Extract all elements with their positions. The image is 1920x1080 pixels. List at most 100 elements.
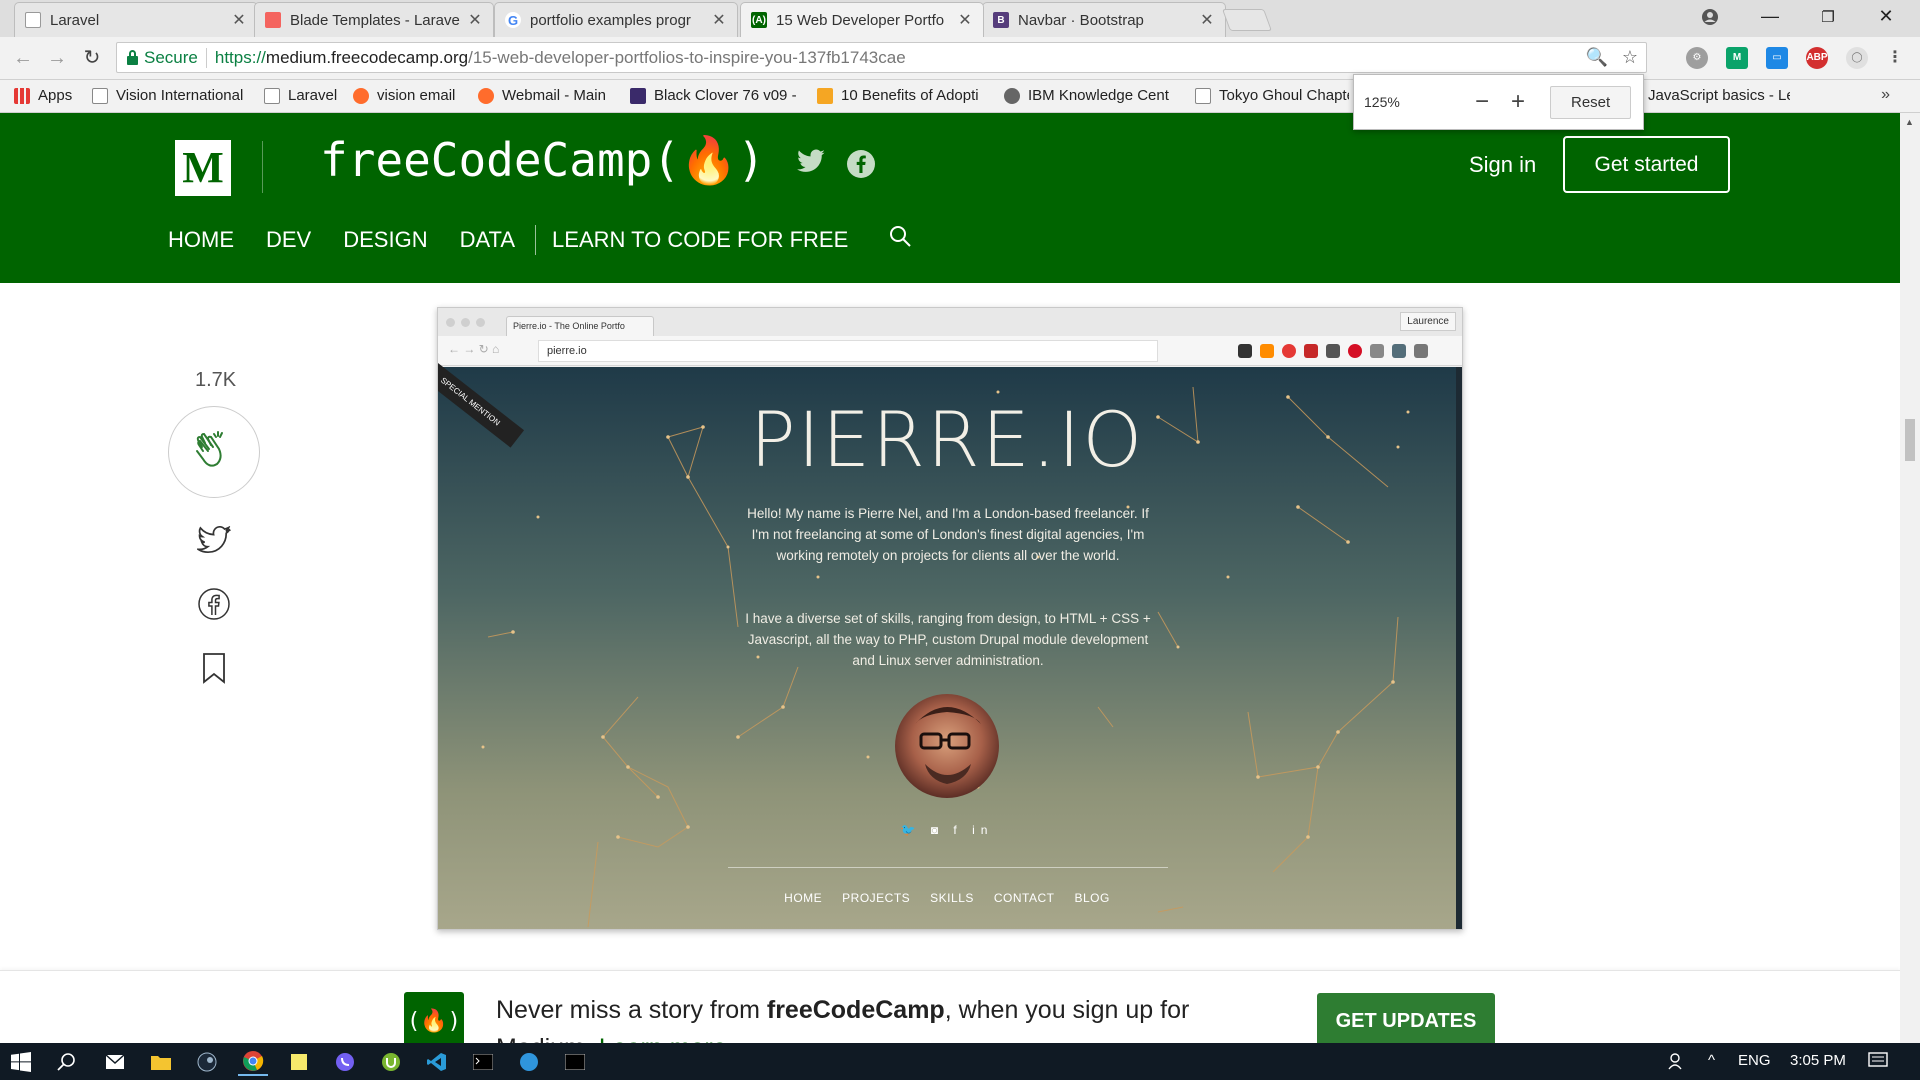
browser-tab-google[interactable]: G portfolio examples progr ✕	[494, 2, 738, 37]
sticky-notes-icon[interactable]	[284, 1048, 314, 1076]
close-icon[interactable]: ✕	[231, 10, 247, 30]
windows-taskbar: ^ ENG 3:05 PM	[0, 1043, 1920, 1080]
bookmark-webmail[interactable]: Webmail - Main	[478, 87, 606, 104]
bookmark-black-clover[interactable]: Black Clover 76 v09 -	[630, 87, 798, 104]
utorrent-icon[interactable]	[376, 1048, 406, 1076]
close-window-button[interactable]: ✕	[1858, 0, 1914, 33]
freecodecamp-banner-logo: (🔥)	[404, 992, 464, 1043]
bookmark-laravel[interactable]: Laravel	[264, 87, 337, 104]
medium-extension-icon[interactable]: M	[1726, 47, 1748, 69]
close-icon[interactable]: ✕	[711, 10, 727, 30]
article-image-pierre-io: Pierre.io - The Online Portfo Laurence ←…	[437, 307, 1463, 930]
banner-message: Never miss a story from freeCodeCamp, wh…	[496, 991, 1216, 1043]
facebook-share-icon[interactable]	[196, 586, 232, 622]
scrollbar-thumb[interactable]	[1905, 419, 1915, 461]
app-icon[interactable]	[514, 1048, 544, 1076]
nav-dev[interactable]: DEV	[266, 227, 311, 253]
bookmark-vision-international[interactable]: Vision International	[92, 87, 243, 104]
steam-icon[interactable]	[192, 1048, 222, 1076]
bookmark-10-benefits[interactable]: 10 Benefits of Adopti	[817, 87, 995, 104]
menu-dots-icon[interactable]: ⋮	[1884, 47, 1906, 69]
site-header: M freeCodeCamp(🔥) Sign in Get started HO…	[0, 113, 1900, 283]
more-bookmarks-icon[interactable]: »	[1881, 86, 1890, 104]
facebook-icon[interactable]	[845, 149, 877, 181]
nav-data[interactable]: DATA	[460, 227, 515, 253]
zoom-reset-button[interactable]: Reset	[1550, 85, 1632, 119]
medium-logo[interactable]: M	[175, 140, 231, 196]
chrome-icon[interactable]	[238, 1048, 268, 1076]
action-center-icon[interactable]	[1868, 1052, 1888, 1074]
address-bar[interactable]: Secure https:// medium.freecodecamp.org …	[116, 42, 1647, 73]
close-icon[interactable]: ✕	[957, 10, 973, 30]
document-icon	[264, 87, 280, 104]
file-explorer-icon[interactable]	[146, 1048, 176, 1076]
bookmark-star-icon[interactable]: ☆	[1622, 47, 1638, 68]
bookmark-apps[interactable]: Apps	[14, 87, 72, 104]
embedded-address-bar: pierre.io	[538, 340, 1158, 362]
browser-tab-blade[interactable]: Blade Templates - Larave ✕	[254, 2, 494, 37]
bookmark-ibm[interactable]: IBM Knowledge Cent	[1004, 87, 1184, 104]
embedded-avatar	[895, 694, 999, 798]
laravel-icon	[265, 12, 281, 28]
bookmark-save-icon[interactable]	[196, 650, 232, 686]
people-icon[interactable]	[1668, 1052, 1688, 1074]
learn-more-link[interactable]: Learn more	[599, 1034, 727, 1043]
browser-tab-freecodecamp[interactable]: (A) 15 Web Developer Portfo ✕	[740, 2, 984, 37]
reload-icon[interactable]: ↻	[79, 45, 105, 71]
zoom-icon[interactable]: 🔍	[1585, 47, 1607, 68]
adblock-extension-icon[interactable]: ABP	[1806, 47, 1828, 69]
page-scrollbar[interactable]: ▲	[1900, 113, 1920, 1043]
cast-extension-icon[interactable]: ▭	[1766, 47, 1788, 69]
new-tab-button[interactable]	[1221, 9, 1273, 31]
scroll-up-icon[interactable]: ▲	[1905, 117, 1914, 127]
bookmark-vision-email[interactable]: vision email	[353, 87, 455, 104]
clock[interactable]: 3:05 PM	[1790, 1052, 1846, 1069]
language-indicator[interactable]: ENG	[1738, 1052, 1771, 1069]
embedded-nav: HOME PROJECTS SKILLS CONTACT BLOG	[784, 891, 1110, 905]
browser-tab-bootstrap[interactable]: B Navbar · Bootstrap ✕	[982, 2, 1226, 37]
cpanel-icon	[478, 87, 494, 104]
settings-extension-icon[interactable]: ⚙	[1686, 47, 1708, 69]
bookmark-tokyo-ghoul[interactable]: Tokyo Ghoul Chapte	[1195, 87, 1349, 104]
clap-button[interactable]	[168, 406, 260, 498]
forward-arrow-icon[interactable]: →	[44, 45, 70, 71]
twitter-icon[interactable]	[795, 149, 827, 181]
zoom-level: 125%	[1364, 94, 1400, 110]
close-icon[interactable]: ✕	[467, 10, 483, 30]
freecodecamp-logo[interactable]: freeCodeCamp(🔥)	[320, 133, 765, 188]
embedded-user-badge: Laurence	[1400, 312, 1456, 331]
bookmark-javascript-basics[interactable]: JavaScript basics - Le	[1648, 87, 1790, 104]
get-updates-button[interactable]: GET UPDATES	[1317, 993, 1495, 1043]
document-icon	[92, 87, 108, 104]
clap-hands-icon	[189, 425, 239, 480]
vscode-icon[interactable]	[422, 1048, 452, 1076]
embedded-tab: Pierre.io - The Online Portfo	[506, 316, 654, 336]
bootstrap-icon: B	[993, 12, 1009, 28]
nav-learn-to-code[interactable]: LEARN TO CODE FOR FREE	[552, 227, 848, 253]
close-icon[interactable]: ✕	[1199, 10, 1215, 30]
profile-icon[interactable]	[1682, 0, 1738, 33]
zoom-in-button[interactable]: +	[1500, 88, 1536, 116]
get-started-button[interactable]: Get started	[1563, 136, 1730, 193]
search-icon[interactable]	[888, 224, 912, 255]
extension-icon[interactable]: ◯	[1846, 47, 1868, 69]
minimize-button[interactable]: —	[1742, 0, 1798, 33]
nav-design[interactable]: DESIGN	[343, 227, 427, 253]
nav-home[interactable]: HOME	[168, 227, 234, 253]
zoom-popup: 125% − + Reset	[1353, 74, 1644, 130]
browser-tab-laravel[interactable]: Laravel ✕	[14, 2, 258, 37]
cpanel-icon	[353, 87, 369, 104]
search-icon[interactable]	[52, 1048, 82, 1076]
twitter-share-icon[interactable]	[196, 523, 232, 559]
tray-chevron-up-icon[interactable]: ^	[1708, 1052, 1715, 1069]
mail-icon[interactable]	[100, 1048, 130, 1076]
terminal-icon[interactable]	[468, 1048, 498, 1076]
sign-in-link[interactable]: Sign in	[1469, 152, 1536, 178]
embedded-nav-icons: ← → ↻ ⌂	[448, 342, 500, 356]
console-icon[interactable]	[560, 1048, 590, 1076]
windows-start-icon[interactable]	[6, 1048, 36, 1076]
zoom-out-button[interactable]: −	[1464, 88, 1500, 116]
back-arrow-icon[interactable]: ←	[10, 45, 36, 71]
viber-icon[interactable]	[330, 1048, 360, 1076]
restore-button[interactable]: ❐	[1800, 0, 1856, 33]
